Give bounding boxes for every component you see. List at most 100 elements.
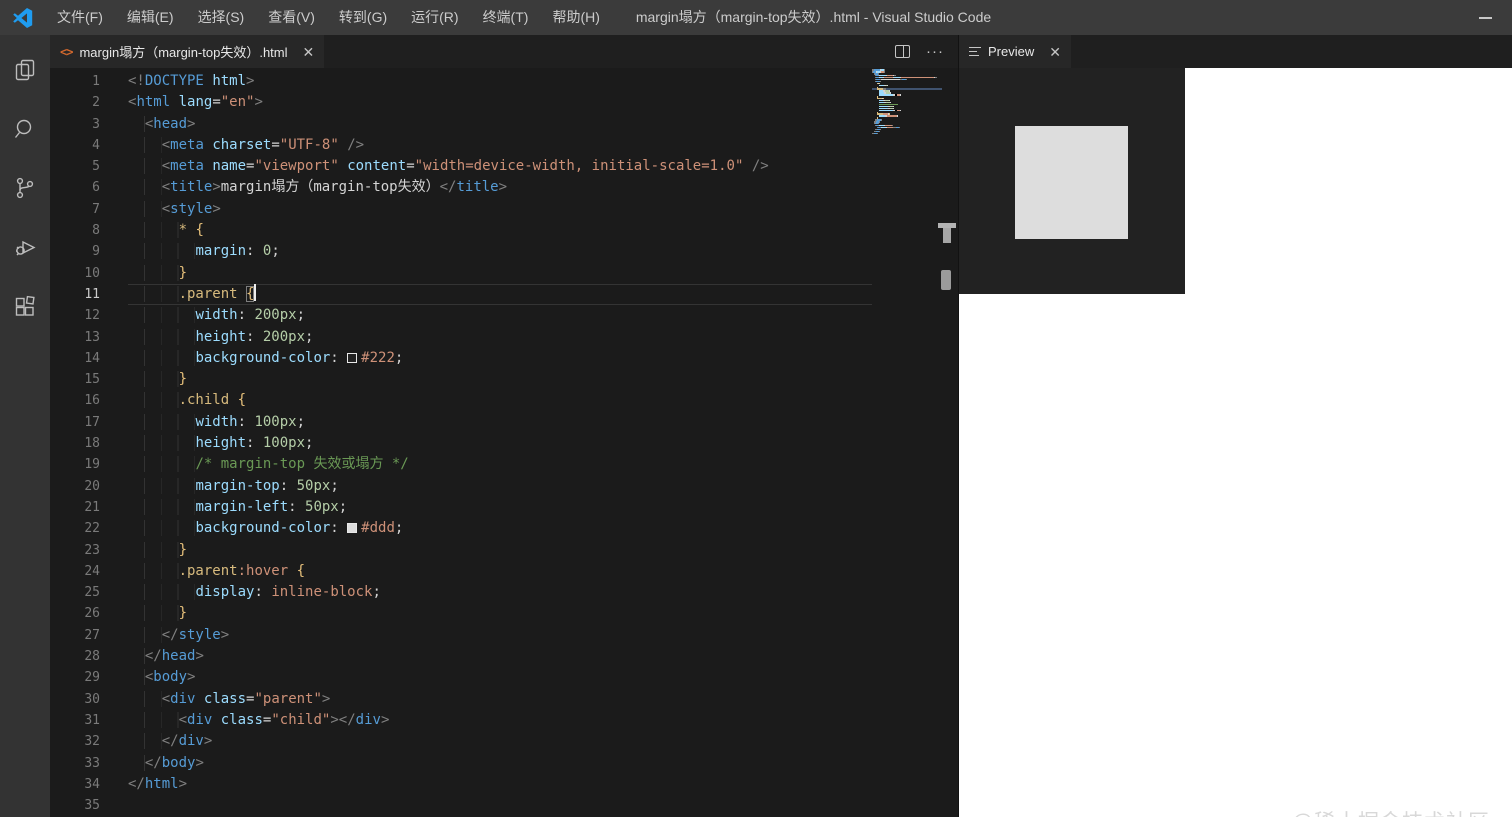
code-token	[128, 669, 145, 685]
minimize-button[interactable]	[1468, 0, 1502, 35]
code-token: head	[162, 648, 196, 664]
code-token: name	[212, 158, 246, 174]
line-number: 23	[50, 540, 100, 561]
code-token: >	[187, 116, 195, 132]
code-line[interactable]: margin: 0;	[128, 241, 872, 262]
code-token: >	[179, 776, 187, 792]
code-line[interactable]: .parent {	[128, 284, 872, 305]
code-line[interactable]: <head>	[128, 114, 872, 135]
code-line[interactable]: <meta name="viewport" content="width=dev…	[128, 156, 872, 177]
code-line[interactable]: }	[128, 603, 872, 624]
line-number: 17	[50, 412, 100, 433]
code-line[interactable]: width: 100px;	[128, 412, 872, 433]
code-token: </	[162, 627, 179, 643]
menu-terminal[interactable]: 终端(T)	[471, 0, 541, 35]
tab-preview[interactable]: Preview ✕	[959, 35, 1071, 68]
code-line[interactable]: height: 100px;	[128, 433, 872, 454]
code-token: :	[330, 520, 347, 536]
menu-go[interactable]: 转到(G)	[327, 0, 399, 35]
editor-group: <> margin塌方（margin-top失效）.html ✕ ··· 123…	[50, 35, 958, 817]
code-token	[128, 712, 179, 728]
code-token: 200px	[263, 329, 305, 345]
code-line[interactable]: </body>	[128, 753, 872, 774]
source-control-icon[interactable]	[0, 164, 50, 212]
code-token: class	[204, 691, 246, 707]
code-line[interactable]: margin-left: 50px;	[128, 497, 872, 518]
code-lines[interactable]: <!DOCTYPE html><html lang="en"> <head> <…	[128, 71, 872, 816]
code-token: {	[238, 392, 246, 408]
code-line[interactable]: /* margin-top 失效或塌方 */	[128, 454, 872, 475]
minimap[interactable]	[872, 69, 942, 136]
line-number: 25	[50, 582, 100, 603]
code-token: width	[195, 307, 237, 323]
code-line[interactable]: <title>margin塌方（margin-top失效）</title>	[128, 177, 872, 198]
code-line[interactable]: .child {	[128, 390, 872, 411]
code-line[interactable]: margin-top: 50px;	[128, 476, 872, 497]
html-file-icon: <>	[60, 45, 72, 59]
code-token: "UTF-8"	[280, 137, 339, 153]
code-line[interactable]: </head>	[128, 646, 872, 667]
code-token: inline-block	[271, 584, 372, 600]
code-line[interactable]: background-color: #ddd;	[128, 518, 872, 539]
code-token	[128, 584, 195, 600]
search-icon[interactable]	[0, 105, 50, 153]
code-line[interactable]: <body>	[128, 667, 872, 688]
more-actions-icon[interactable]: ···	[926, 43, 944, 60]
code-token: >	[212, 201, 220, 217]
code-token: ;	[297, 414, 305, 430]
run-and-debug-icon[interactable]	[0, 223, 50, 271]
menu-edit[interactable]: 编辑(E)	[115, 0, 186, 35]
code-line[interactable]: </div>	[128, 731, 872, 752]
code-line[interactable]: <style>	[128, 199, 872, 220]
tab-html-file[interactable]: <> margin塌方（margin-top失效）.html ✕	[50, 35, 324, 68]
code-token	[288, 563, 296, 579]
code-token: ;	[395, 350, 403, 366]
line-number: 10	[50, 263, 100, 284]
code-line[interactable]: <!DOCTYPE html>	[128, 71, 872, 92]
line-number: 26	[50, 603, 100, 624]
code-line[interactable]: }	[128, 540, 872, 561]
code-line[interactable]: width: 200px;	[128, 305, 872, 326]
line-number: 18	[50, 433, 100, 454]
code-token: </	[128, 776, 145, 792]
menu-selection[interactable]: 选择(S)	[186, 0, 257, 35]
tab-close-icon[interactable]: ✕	[303, 45, 315, 59]
menu-run[interactable]: 运行(R)	[399, 0, 470, 35]
code-line[interactable]: <div class="parent">	[128, 689, 872, 710]
code-line[interactable]: }	[128, 369, 872, 390]
code-line[interactable]: height: 200px;	[128, 327, 872, 348]
preview-parent-box	[959, 68, 1185, 294]
code-token: :	[246, 435, 263, 451]
code-editor[interactable]: 1234567891011121314151617181920212223242…	[50, 68, 958, 817]
code-line[interactable]: background-color: #222;	[128, 348, 872, 369]
code-token: 200px	[254, 307, 296, 323]
code-line[interactable]: <meta charset="UTF-8" />	[128, 135, 872, 156]
code-token: 100px	[254, 414, 296, 430]
code-token: >	[330, 712, 338, 728]
extensions-icon[interactable]	[0, 282, 50, 330]
code-token	[128, 286, 179, 302]
preview-tab-close-icon[interactable]: ✕	[1049, 45, 1061, 59]
line-number: 5	[50, 156, 100, 177]
line-number: 27	[50, 625, 100, 646]
code-line[interactable]: .parent:hover {	[128, 561, 872, 582]
code-line[interactable]: </style>	[128, 625, 872, 646]
split-editor-icon[interactable]	[895, 45, 910, 58]
explorer-icon[interactable]	[0, 46, 50, 94]
code-token: >	[195, 648, 203, 664]
menu-file[interactable]: 文件(F)	[45, 0, 115, 35]
code-line[interactable]	[128, 795, 872, 816]
line-number: 24	[50, 561, 100, 582]
menu-view[interactable]: 查看(V)	[256, 0, 327, 35]
menu-help[interactable]: 帮助(H)	[540, 0, 611, 35]
scrollbar-slider[interactable]	[941, 270, 951, 290]
code-line[interactable]: <html lang="en">	[128, 92, 872, 113]
code-line[interactable]: </html>	[128, 774, 872, 795]
code-line[interactable]: }	[128, 263, 872, 284]
code-token: body	[162, 755, 196, 771]
line-number: 31	[50, 710, 100, 731]
code-line[interactable]: display: inline-block;	[128, 582, 872, 603]
code-token: display	[195, 584, 254, 600]
code-line[interactable]: * {	[128, 220, 872, 241]
code-line[interactable]: <div class="child"></div>	[128, 710, 872, 731]
